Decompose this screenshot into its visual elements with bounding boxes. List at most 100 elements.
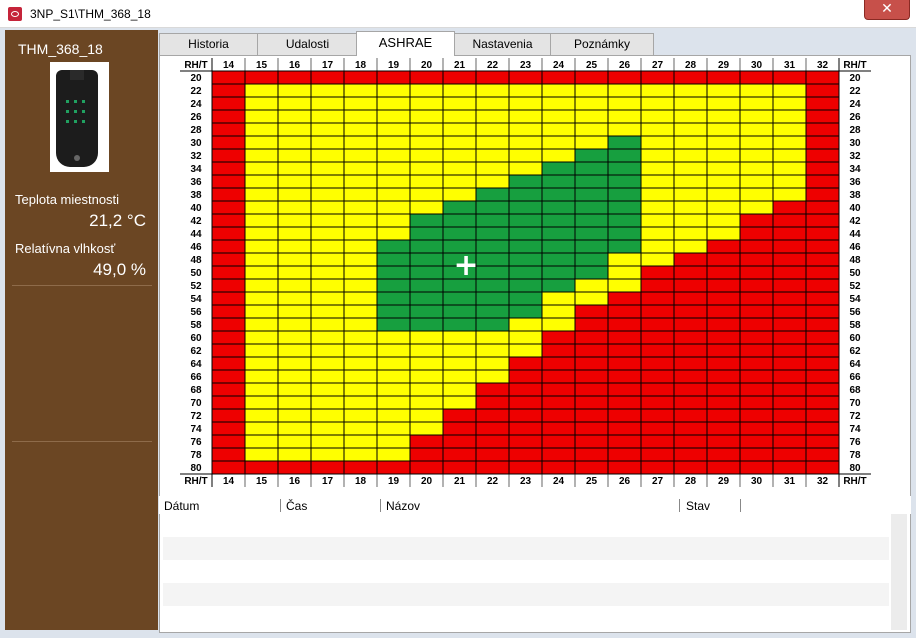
humidity-tick-right: 44 <box>849 229 861 240</box>
column-divider[interactable] <box>679 499 680 512</box>
heatmap-cell <box>277 330 312 345</box>
heatmap-cell <box>376 278 411 293</box>
heatmap-cell <box>772 265 807 280</box>
heatmap-cell <box>772 83 807 98</box>
heatmap-cell <box>409 252 444 267</box>
heatmap-cell <box>475 122 510 137</box>
heatmap-cell <box>277 278 312 293</box>
temperature-tick-top: 18 <box>355 60 367 71</box>
heatmap-cell <box>343 174 378 189</box>
tab-poznamky[interactable]: Poznámky <box>550 33 654 55</box>
humidity-tick-left: 54 <box>190 294 202 305</box>
column-divider[interactable] <box>740 499 741 512</box>
heatmap-cell <box>607 96 642 111</box>
table-row[interactable] <box>163 606 889 629</box>
heatmap-cell <box>541 382 576 397</box>
heatmap-cell <box>706 382 741 397</box>
heatmap-cell <box>475 148 510 163</box>
temperature-tick-top: 21 <box>454 60 466 71</box>
heatmap-cell <box>244 434 279 449</box>
events-table-body <box>163 514 889 630</box>
column-header-name[interactable]: Názov <box>386 499 420 513</box>
heatmap-cell <box>376 70 411 85</box>
heatmap-cell <box>343 122 378 137</box>
heatmap-cell <box>508 291 543 306</box>
heatmap-cell <box>310 330 345 345</box>
humidity-tick-left: 76 <box>190 437 202 448</box>
heatmap-cell <box>277 161 312 176</box>
heatmap-cell <box>673 317 708 332</box>
heatmap-cell <box>772 421 807 436</box>
heatmap-cell <box>211 70 246 85</box>
heatmap-cell <box>376 239 411 254</box>
heatmap-cell <box>673 356 708 371</box>
heatmap-cell <box>772 317 807 332</box>
humidity-tick-left: 50 <box>190 268 202 279</box>
table-row[interactable] <box>163 583 889 606</box>
column-header-state[interactable]: Stav <box>686 499 710 513</box>
temperature-tick-bottom: 29 <box>718 476 730 487</box>
heatmap-cell <box>706 161 741 176</box>
tab-nastavenia[interactable]: Nastavenia <box>454 33 551 55</box>
heatmap-cell <box>475 356 510 371</box>
heatmap-cell <box>607 200 642 215</box>
column-divider[interactable] <box>280 499 281 512</box>
heatmap-cell <box>244 122 279 137</box>
heatmap-cell <box>376 291 411 306</box>
heatmap-cell <box>343 187 378 202</box>
table-row[interactable] <box>163 537 889 560</box>
heatmap-cell <box>706 317 741 332</box>
heatmap-cell <box>673 135 708 150</box>
heatmap-cell <box>475 174 510 189</box>
column-header-time[interactable]: Čas <box>286 499 307 513</box>
heatmap-cell <box>607 213 642 228</box>
tab-historia[interactable]: Historia <box>159 33 258 55</box>
close-button[interactable]: ✕ <box>864 0 910 20</box>
heatmap-cell <box>706 239 741 254</box>
temperature-tick-top: 16 <box>289 60 301 71</box>
heatmap-cell <box>277 304 312 319</box>
heatmap-cell <box>574 148 609 163</box>
heatmap-cell <box>277 447 312 462</box>
heatmap-cell <box>442 200 477 215</box>
heatmap-cell <box>211 291 246 306</box>
table-row[interactable] <box>163 514 889 537</box>
heatmap-cell <box>640 213 675 228</box>
heatmap-cell <box>673 96 708 111</box>
heatmap-cell <box>409 135 444 150</box>
temperature-value: 21,2 °C <box>89 211 146 230</box>
humidity-tick-right: 68 <box>849 385 861 396</box>
heatmap-cell <box>574 187 609 202</box>
events-scrollbar[interactable] <box>891 514 907 630</box>
heatmap-cell <box>607 382 642 397</box>
heatmap-cell <box>706 200 741 215</box>
heatmap-cell <box>475 83 510 98</box>
heatmap-cell <box>310 148 345 163</box>
heatmap-cell <box>310 278 345 293</box>
heatmap-cell <box>640 343 675 358</box>
corner-label-bottom-right: RH/T <box>843 476 866 487</box>
heatmap-cell <box>310 70 345 85</box>
temperature-tick-top: 26 <box>619 60 631 71</box>
heatmap-cell <box>805 291 840 306</box>
heatmap-cell <box>673 148 708 163</box>
heatmap-cell <box>376 304 411 319</box>
tab-udalosti[interactable]: Udalosti <box>257 33 358 55</box>
table-row[interactable] <box>163 560 889 583</box>
tab-ashrae[interactable]: ASHRAE <box>356 31 455 56</box>
heatmap-cell <box>739 408 774 423</box>
heatmap-cell <box>244 460 279 475</box>
heatmap-cell <box>508 70 543 85</box>
heatmap-cell <box>541 226 576 241</box>
temperature-tick-bottom: 31 <box>784 476 796 487</box>
heatmap-cell <box>706 265 741 280</box>
temperature-tick-top: 27 <box>652 60 664 71</box>
heatmap-cell <box>442 317 477 332</box>
heatmap-cell <box>409 304 444 319</box>
column-header-date[interactable]: Dátum <box>164 499 199 513</box>
heatmap-cell <box>772 161 807 176</box>
column-divider[interactable] <box>380 499 381 512</box>
heatmap-cell <box>541 421 576 436</box>
humidity-tick-left: 56 <box>190 307 202 318</box>
temperature-tick-bottom: 27 <box>652 476 664 487</box>
